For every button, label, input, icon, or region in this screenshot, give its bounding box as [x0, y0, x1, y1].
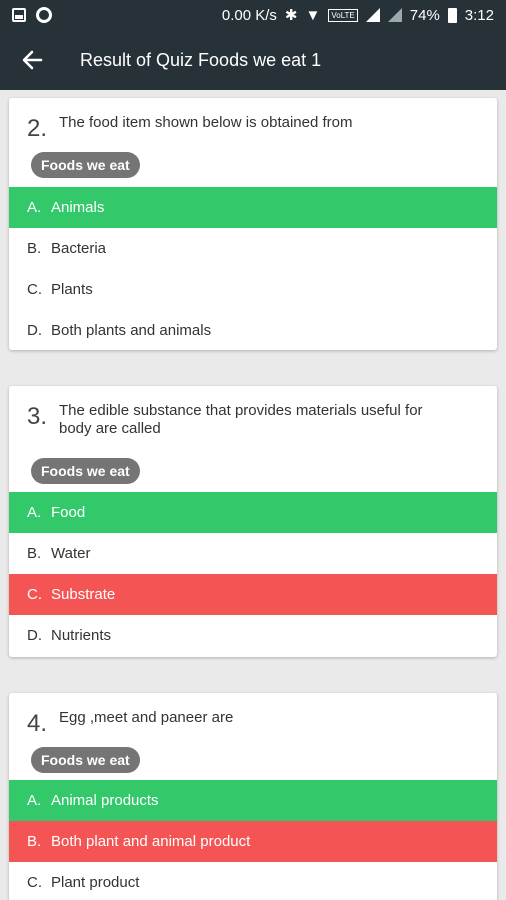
option-d[interactable]: D. Nutrients [9, 615, 497, 656]
clock: 3:12 [464, 6, 494, 24]
option-text: Plant product [51, 874, 140, 891]
page-title: Result of Quiz Foods we eat 1 [80, 49, 322, 70]
option-letter: A. [27, 504, 42, 521]
battery-percent: 74% [409, 6, 440, 24]
topic-chip: Foods we eat [31, 458, 140, 484]
option-c[interactable]: C. Plant product [9, 862, 497, 900]
status-left [12, 7, 52, 23]
volte-icon: VoLTE [328, 8, 358, 22]
results-list[interactable]: 2. The food item shown below is obtained… [0, 90, 506, 900]
status-right: 0.00 K/s ✱ ▼ VoLTE 74% 3:12 [221, 6, 494, 25]
topic-chip: Foods we eat [31, 747, 140, 773]
topic-chip: Foods we eat [31, 152, 140, 178]
question-text: The food item shown below is obtained fr… [59, 114, 353, 131]
sync-notification-icon [36, 7, 52, 23]
back-button[interactable] [0, 30, 64, 90]
option-letter: B. [27, 833, 42, 850]
network-speed: 0.00 K/s [221, 6, 277, 24]
battery-icon [447, 7, 457, 23]
option-text: Plants [51, 281, 93, 298]
option-a[interactable]: A. Animals [9, 187, 497, 228]
question-text: The edible substance that provides mater… [59, 402, 423, 437]
question-card: 2. The food item shown below is obtained… [9, 98, 497, 350]
signal-secondary-icon [387, 8, 402, 22]
arrow-left-icon [22, 50, 43, 70]
option-text: Animal products [51, 792, 159, 809]
option-letter: D. [27, 322, 42, 339]
question-card: 4. Egg ,meet and paneer are Foods we eat… [9, 693, 497, 900]
question-card: 3. The edible substance that provides ma… [9, 386, 497, 657]
option-text: Both plant and animal product [51, 833, 251, 850]
option-a[interactable]: A. Animal products [9, 780, 497, 821]
option-b[interactable]: B. Bacteria [9, 228, 497, 269]
option-text: Bacteria [51, 240, 107, 257]
option-letter: D. [27, 627, 42, 644]
option-text: Animals [51, 199, 105, 216]
status-bar: 0.00 K/s ✱ ▼ VoLTE 74% 3:12 [0, 0, 506, 30]
option-b[interactable]: B. Water [9, 533, 497, 574]
question-number: 3. [27, 403, 48, 430]
option-a[interactable]: A. Food [9, 492, 497, 533]
gallery-notification-icon [12, 8, 26, 22]
question-number: 4. [27, 710, 48, 737]
signal-icon [365, 8, 380, 22]
option-letter: A. [27, 199, 42, 216]
option-c[interactable]: C. Substrate [9, 574, 497, 615]
app-bar: Result of Quiz Foods we eat 1 [0, 30, 506, 90]
question-text: Egg ,meet and paneer are [59, 709, 234, 726]
option-text: Substrate [51, 586, 116, 603]
option-letter: A. [27, 792, 42, 809]
option-b[interactable]: B. Both plant and animal product [9, 821, 497, 862]
option-letter: C. [27, 281, 42, 298]
bluetooth-icon: ✱ [284, 7, 298, 24]
option-letter: C. [27, 874, 42, 891]
option-text: Both plants and animals [51, 322, 212, 339]
option-d[interactable]: D. Both plants and animals [9, 310, 497, 350]
wifi-icon: ▼ [305, 6, 321, 24]
question-header: 4. Egg ,meet and paneer are [9, 693, 497, 736]
option-letter: C. [27, 586, 42, 603]
option-text: Food [51, 504, 86, 521]
question-header: 2. The food item shown below is obtained… [9, 98, 497, 141]
question-header: 3. The edible substance that provides ma… [9, 386, 497, 438]
question-number: 2. [27, 115, 48, 142]
option-text: Nutrients [51, 627, 112, 644]
option-c[interactable]: C. Plants [9, 269, 497, 310]
option-text: Water [51, 545, 91, 562]
option-letter: B. [27, 545, 42, 562]
option-letter: B. [27, 240, 42, 257]
